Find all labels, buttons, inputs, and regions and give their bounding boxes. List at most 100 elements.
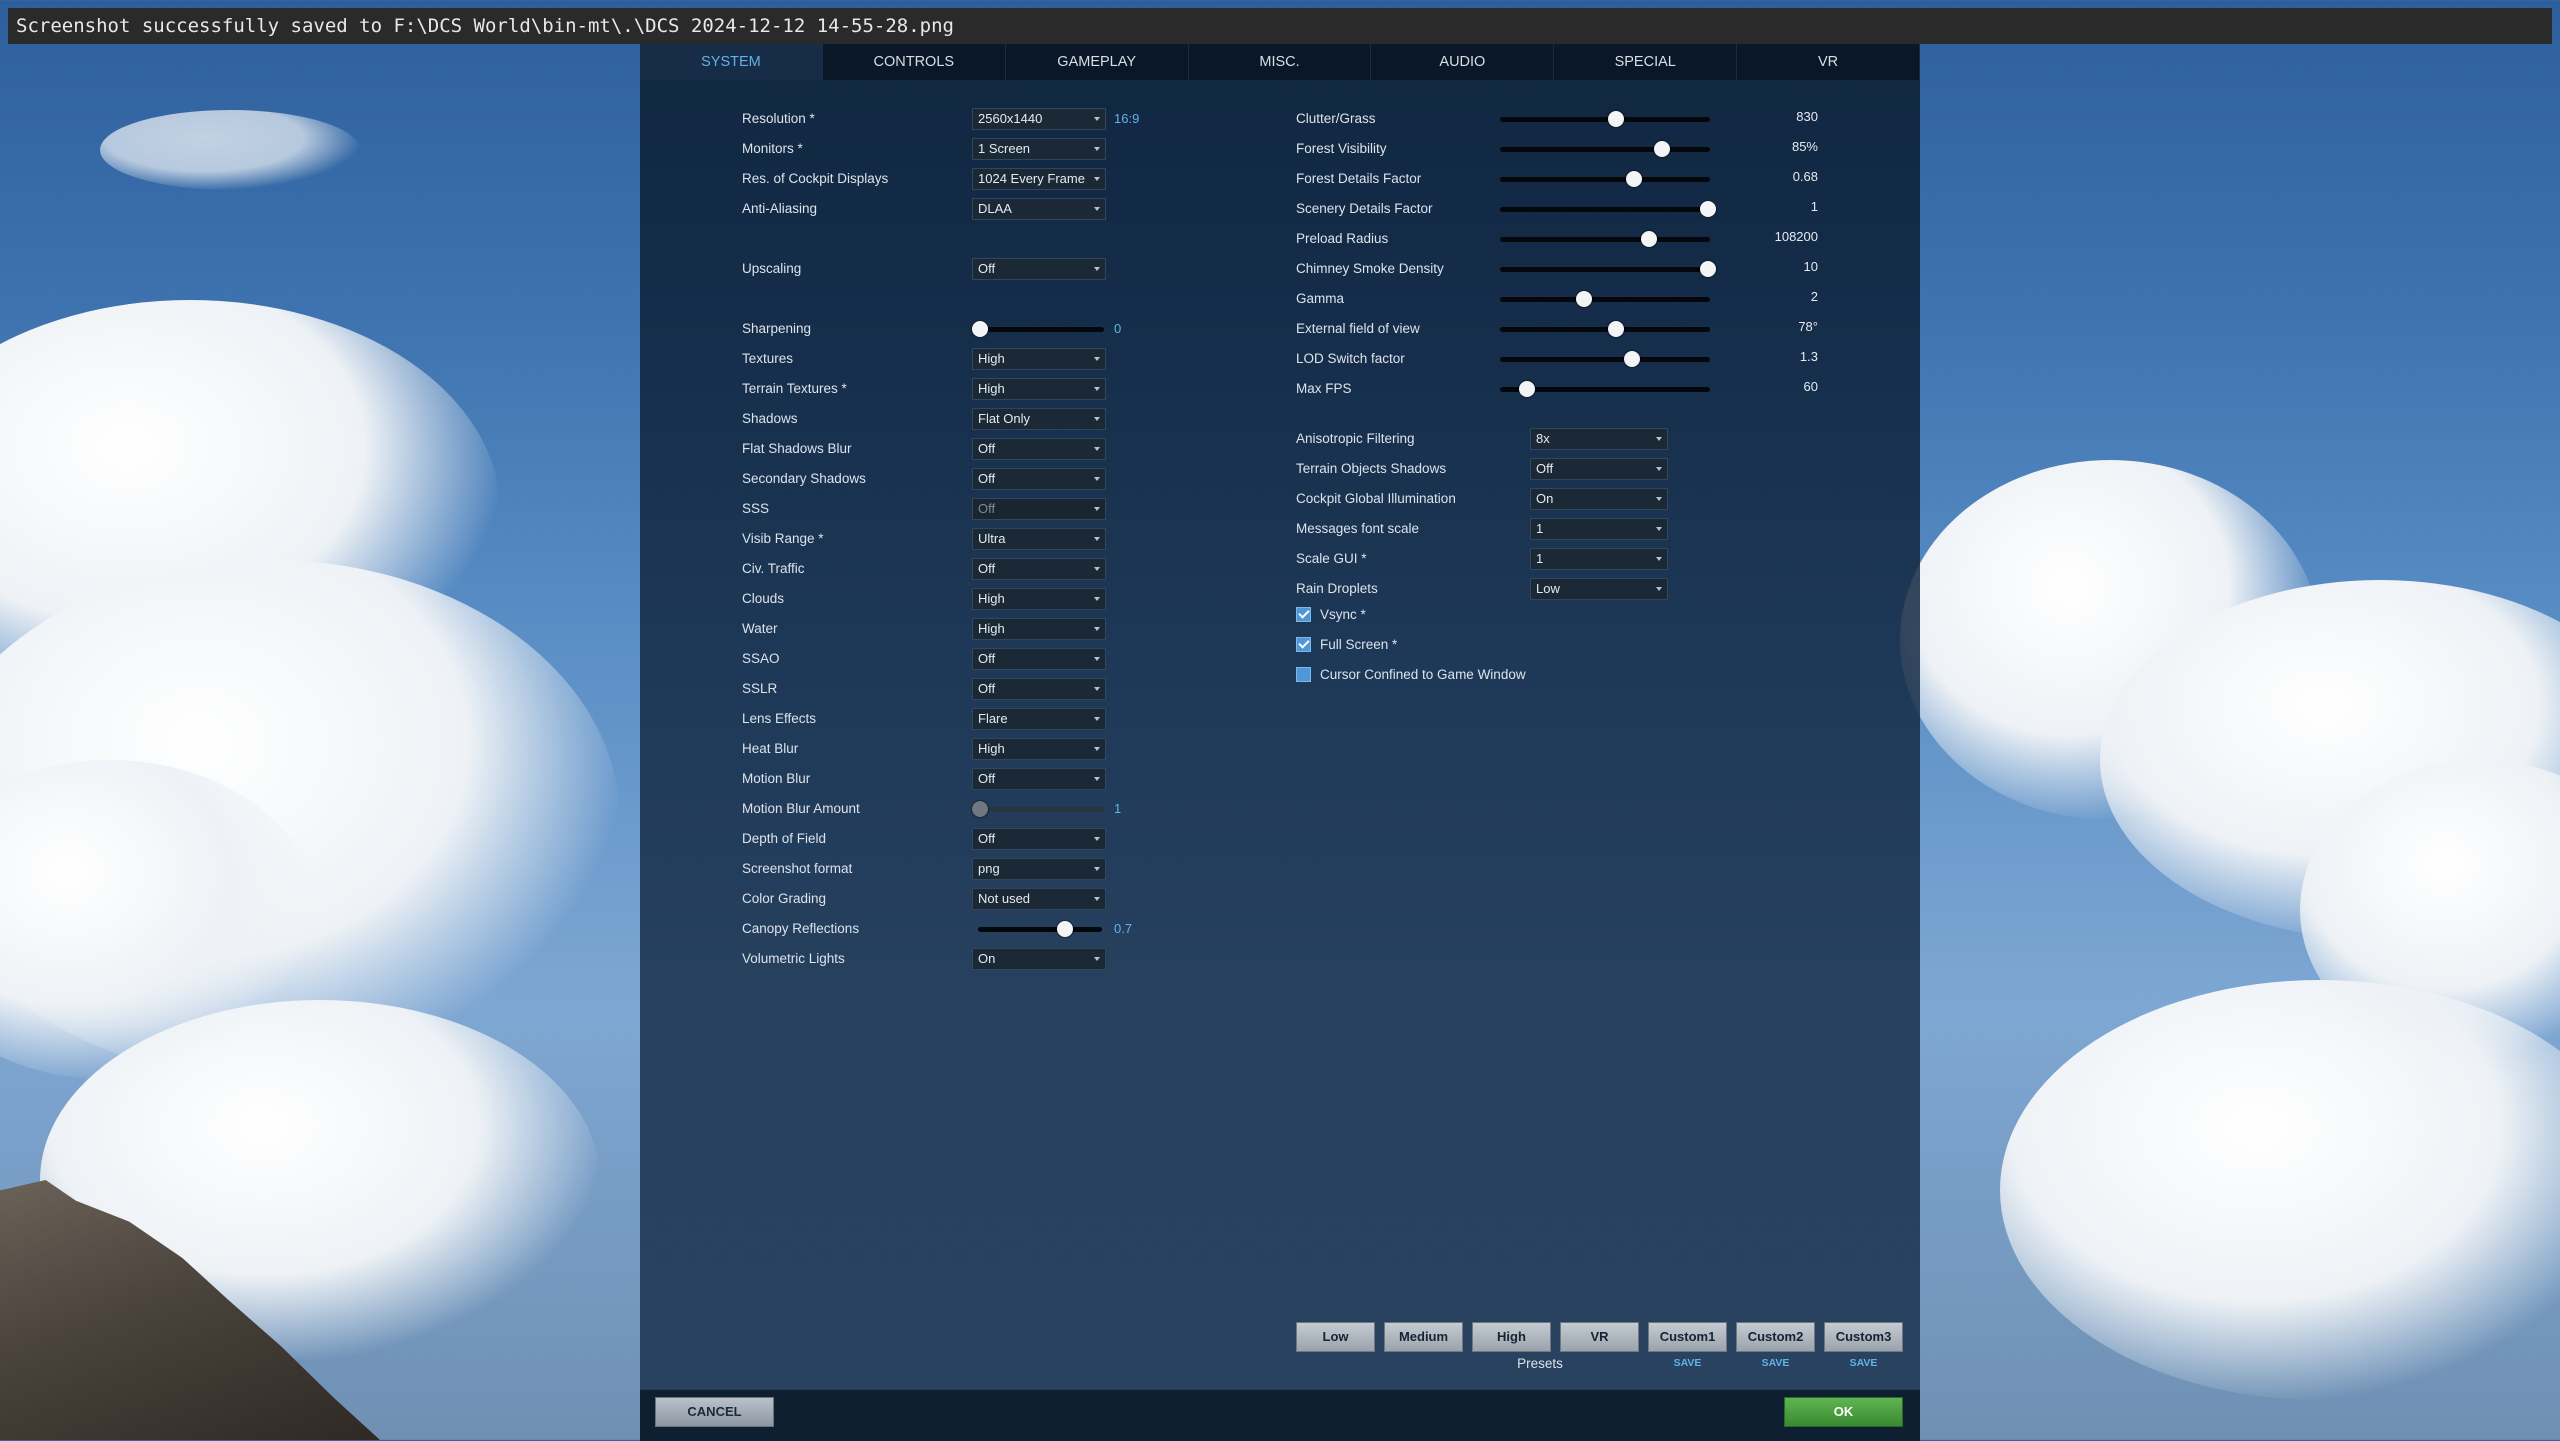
right-slider[interactable] [1500, 169, 1710, 189]
right-slider[interactable] [1500, 109, 1710, 129]
slider-knob[interactable] [1626, 171, 1643, 187]
right-dropdown-select[interactable]: Off [1530, 458, 1668, 480]
sslr-select[interactable]: Off [972, 678, 1106, 700]
right-dropdown-select[interactable]: 1 [1530, 548, 1668, 570]
right-slider[interactable] [1500, 289, 1710, 309]
ok-button[interactable]: OK [1784, 1397, 1903, 1427]
chevron-down-icon [1094, 687, 1100, 691]
preset-button-vr[interactable]: VR [1560, 1322, 1639, 1352]
screenshot-format-select[interactable]: png [972, 858, 1106, 880]
tab-controls[interactable]: CONTROLS [823, 44, 1006, 80]
right-slider[interactable] [1500, 199, 1716, 219]
color-grading-select[interactable]: Not used [972, 888, 1106, 910]
right-dropdown-label: Terrain Objects Shadows [1296, 461, 1447, 476]
tab-special[interactable]: SPECIAL [1554, 44, 1738, 80]
textures-select[interactable]: High [972, 348, 1106, 370]
heat-blur-select[interactable]: High [972, 738, 1106, 760]
clouds-select[interactable]: High [972, 588, 1106, 610]
secondary-shadows-select[interactable]: Off [972, 468, 1106, 490]
anti-aliasing-select[interactable]: DLAA [972, 198, 1106, 220]
slider-knob[interactable] [1624, 351, 1641, 367]
chevron-down-icon [1094, 267, 1100, 271]
tab-system[interactable]: SYSTEM [640, 44, 823, 80]
volumetric-lights-select[interactable]: On [972, 948, 1106, 970]
preset-button-custom3[interactable]: Custom3 [1824, 1322, 1903, 1352]
right-slider-value: 0.68 [1792, 169, 1818, 184]
chevron-down-icon [1094, 357, 1100, 361]
depth-of-field-label: Depth of Field [742, 831, 827, 846]
slider-track [1500, 267, 1710, 272]
chevron-down-icon [1094, 177, 1100, 181]
terrain-textures-select[interactable]: High [972, 378, 1106, 400]
right-slider[interactable] [1500, 139, 1710, 159]
color-grading-label: Color Grading [742, 891, 827, 906]
slider-knob[interactable] [972, 321, 988, 337]
preset-button-medium[interactable]: Medium [1384, 1322, 1463, 1352]
tab-misc[interactable]: MISC. [1189, 44, 1372, 80]
visib-range-select[interactable]: Ultra [972, 528, 1106, 550]
textures-label: Textures [742, 351, 794, 366]
chevron-down-icon [1656, 467, 1662, 471]
tab-vr[interactable]: VR [1737, 44, 1921, 80]
save-preset-link[interactable]: SAVE [1648, 1357, 1727, 1369]
slider-knob[interactable] [1641, 231, 1658, 247]
right-dropdown-select[interactable]: 1 [1530, 518, 1668, 540]
checkbox[interactable] [1296, 637, 1311, 652]
tab-audio[interactable]: AUDIO [1371, 44, 1555, 80]
right-slider[interactable] [1500, 349, 1710, 369]
right-slider[interactable] [1500, 259, 1716, 279]
save-preset-link[interactable]: SAVE [1824, 1357, 1903, 1369]
preset-button-high[interactable]: High [1472, 1322, 1551, 1352]
right-slider[interactable] [1500, 379, 1710, 399]
slider-knob[interactable] [1519, 381, 1536, 397]
right-slider[interactable] [1500, 319, 1710, 339]
chevron-down-icon [1094, 627, 1100, 631]
slider-knob[interactable] [1607, 111, 1624, 127]
chevron-down-icon [1094, 837, 1100, 841]
volumetric-lights-label: Volumetric Lights [742, 951, 845, 966]
flat-shadows-blur-select[interactable]: Off [972, 438, 1106, 460]
shadows-select[interactable]: Flat Only [972, 408, 1106, 430]
right-dropdown-label: Scale GUI * [1296, 551, 1367, 566]
chevron-down-icon [1094, 387, 1100, 391]
slider-knob[interactable] [1699, 201, 1716, 217]
right-slider-value: 1.3 [1799, 349, 1818, 364]
upscaling-select[interactable]: Off [972, 258, 1106, 280]
resolution-select[interactable]: 2560x1440 [972, 108, 1106, 130]
preset-button-custom1[interactable]: Custom1 [1648, 1322, 1727, 1352]
preset-button-low[interactable]: Low [1296, 1322, 1375, 1352]
right-slider[interactable] [1500, 229, 1710, 249]
ssao-select[interactable]: Off [972, 648, 1106, 670]
right-dropdown-select[interactable]: On [1530, 488, 1668, 510]
lens-effects-select[interactable]: Flare [972, 708, 1106, 730]
monitors-select[interactable]: 1 Screen [972, 138, 1106, 160]
slider-knob[interactable] [1653, 141, 1670, 157]
slider-knob[interactable] [1607, 321, 1624, 337]
water-select[interactable]: High [972, 618, 1106, 640]
depth-of-field-select[interactable]: Off [972, 828, 1106, 850]
slider-knob[interactable] [1056, 921, 1073, 937]
chevron-down-icon [1094, 747, 1100, 751]
checkbox[interactable] [1296, 667, 1311, 682]
tab-gameplay[interactable]: GAMEPLAY [1006, 44, 1189, 80]
right-dropdown-select[interactable]: 8x [1530, 428, 1668, 450]
chevron-down-icon [1094, 567, 1100, 571]
slider-knob[interactable] [1576, 291, 1592, 307]
sharpening-slider[interactable] [972, 319, 1104, 339]
preset-button-custom2[interactable]: Custom2 [1736, 1322, 1815, 1352]
canopy-reflections-slider[interactable] [978, 919, 1102, 939]
checkbox[interactable] [1296, 607, 1311, 622]
cloud [100, 110, 360, 190]
save-preset-link[interactable]: SAVE [1736, 1357, 1815, 1369]
chevron-down-icon [1094, 897, 1100, 901]
civ-traffic-select[interactable]: Off [972, 558, 1106, 580]
slider-knob[interactable] [1699, 261, 1716, 277]
slider-track [1500, 327, 1710, 332]
chevron-down-icon [1656, 557, 1662, 561]
motion-blur-select[interactable]: Off [972, 768, 1106, 790]
cockpit-res-select[interactable]: 1024 Every Frame [972, 168, 1106, 190]
right-dropdown-select[interactable]: Low [1530, 578, 1668, 600]
motion-blur-value: Off [978, 771, 996, 786]
shadows-label: Shadows [742, 411, 798, 426]
cancel-button[interactable]: CANCEL [655, 1397, 774, 1427]
